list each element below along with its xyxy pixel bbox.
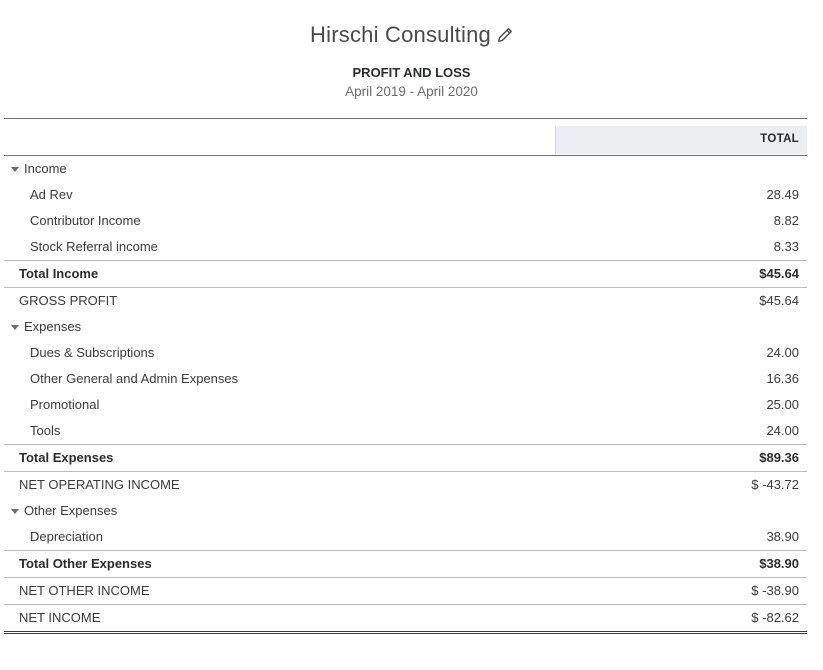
summary-row: NET OPERATING INCOME $ -43.72 [4, 471, 807, 498]
row-label: NET INCOME [19, 610, 101, 625]
line-item-row: Depreciation 38.90 [4, 524, 807, 550]
row-amount[interactable]: $89.36 [759, 445, 799, 471]
row-amount[interactable]: $ -38.90 [751, 578, 799, 604]
top-divider [4, 118, 807, 119]
row-label[interactable]: Contributor Income [30, 208, 141, 234]
pencil-icon[interactable] [497, 27, 513, 43]
row-amount[interactable]: 24.00 [766, 340, 799, 366]
row-label[interactable]: Tools [30, 418, 60, 444]
line-item-row: Tools 24.00 [4, 418, 807, 444]
row-label: NET OTHER INCOME [19, 583, 150, 598]
summary-row: GROSS PROFIT $45.64 [4, 287, 807, 314]
report-title: PROFIT AND LOSS [352, 65, 471, 80]
row-amount[interactable]: $ -82.62 [751, 605, 799, 631]
row-amount[interactable]: $45.64 [759, 288, 799, 314]
row-label[interactable]: Promotional [30, 392, 99, 418]
section-header-row[interactable]: Other Expenses [4, 498, 807, 524]
row-label: Total Other Expenses [19, 556, 152, 571]
line-item-row: Promotional 25.00 [4, 392, 807, 418]
summary-row: NET OTHER INCOME $ -38.90 [4, 577, 807, 604]
row-label[interactable]: Depreciation [30, 524, 103, 550]
row-label: GROSS PROFIT [19, 293, 118, 308]
row-label[interactable]: Ad Rev [30, 182, 73, 208]
section-header-row[interactable]: Income [4, 156, 807, 182]
report-table: Income Ad Rev 28.49 Contributor Income 8.82 S… [4, 156, 807, 634]
row-amount[interactable]: 24.00 [766, 418, 799, 444]
company-name: Hirschi Consulting [310, 22, 491, 47]
row-label: Other Expenses [24, 503, 118, 518]
row-label: NET OPERATING INCOME [19, 477, 180, 492]
row-label: Expenses [24, 319, 82, 334]
row-amount[interactable]: 25.00 [766, 392, 799, 418]
caret-down-icon[interactable] [11, 167, 19, 172]
caret-down-icon[interactable] [11, 325, 19, 330]
row-label[interactable]: Stock Referral income [30, 234, 158, 260]
row-amount[interactable]: 8.33 [774, 234, 799, 260]
row-amount[interactable]: $38.90 [759, 551, 799, 577]
line-item-row: Stock Referral income 8.33 [4, 234, 807, 260]
total-row: Total Other Expenses $38.90 [4, 550, 807, 577]
company-name-line: Hirschi Consulting [0, 22, 823, 48]
row-label: Total Expenses [19, 450, 114, 465]
row-label: Income [24, 161, 67, 176]
total-row: Total Expenses $89.36 [4, 444, 807, 471]
line-item-row: Ad Rev 28.49 [4, 182, 807, 208]
row-amount[interactable]: 16.36 [766, 366, 799, 392]
line-item-row: Dues & Subscriptions 24.00 [4, 340, 807, 366]
row-label: Total Income [19, 266, 99, 281]
line-item-row: Other General and Admin Expenses 16.36 [4, 366, 807, 392]
line-item-row: Contributor Income 8.82 [4, 208, 807, 234]
report-date-range: April 2019 - April 2020 [345, 84, 478, 99]
row-label[interactable]: Other General and Admin Expenses [30, 366, 238, 392]
row-amount[interactable]: 8.82 [774, 208, 799, 234]
column-header-label: TOTAL [760, 133, 799, 145]
total-row: Total Income $45.64 [4, 260, 807, 287]
row-amount[interactable]: $ -43.72 [751, 472, 799, 498]
section-header-row[interactable]: Expenses [4, 314, 807, 340]
row-label[interactable]: Dues & Subscriptions [30, 340, 154, 366]
row-amount[interactable]: $45.64 [759, 261, 799, 287]
column-header-total[interactable]: TOTAL [555, 126, 807, 154]
row-amount[interactable]: 38.90 [766, 524, 799, 550]
caret-down-icon[interactable] [11, 509, 19, 514]
net-income-row: NET INCOME $ -82.62 [4, 604, 807, 634]
row-amount[interactable]: 28.49 [766, 182, 799, 208]
